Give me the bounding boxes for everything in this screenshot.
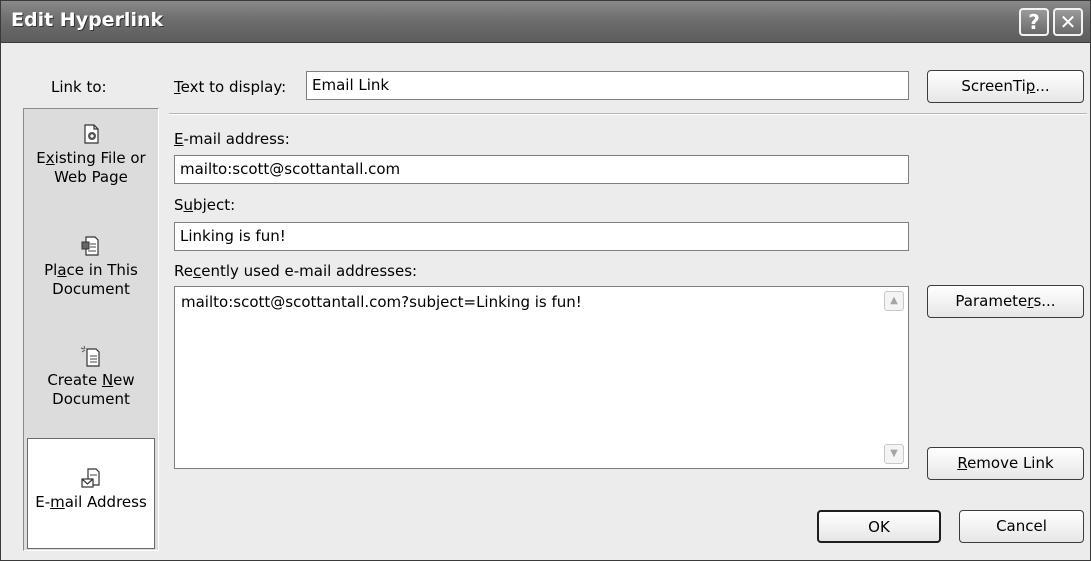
link-to-email-address[interactable]: E-mail Address: [27, 438, 155, 549]
text-to-display-label: Text to display:: [174, 78, 287, 96]
document-place-icon: [81, 236, 99, 256]
email-address-label: E-mail address:: [174, 130, 290, 148]
separator: [169, 113, 1087, 115]
new-document-icon: [80, 345, 100, 367]
cancel-button[interactable]: Cancel: [959, 510, 1084, 543]
help-button[interactable]: ?: [1019, 8, 1049, 36]
close-button[interactable]: ✕: [1053, 8, 1083, 36]
email-icon: [81, 468, 100, 488]
file-icon: [84, 124, 99, 144]
edit-hyperlink-dialog: Edit Hyperlink ? ✕ Link to: Existing Fil…: [0, 0, 1091, 561]
subject-input[interactable]: Linking is fun!: [174, 222, 909, 251]
recent-list-scrollbar[interactable]: ▲ ▼: [882, 289, 906, 466]
subject-label: Subject:: [174, 196, 236, 214]
screentip-button[interactable]: ScreenTip...: [927, 70, 1084, 103]
recent-addresses-list[interactable]: mailto:scott@scottantall.com?subject=Lin…: [174, 286, 909, 469]
dialog-title: Edit Hyperlink: [11, 9, 164, 31]
ok-button[interactable]: OK: [817, 510, 941, 543]
email-address-input[interactable]: mailto:scott@scottantall.com: [174, 155, 909, 184]
recent-addresses-label: Recently used e-mail addresses:: [174, 262, 418, 280]
link-to-sidebar: Existing File or Web Page Place in This …: [23, 108, 159, 551]
list-item[interactable]: mailto:scott@scottantall.com?subject=Lin…: [181, 293, 582, 311]
remove-link-button[interactable]: Remove Link: [927, 447, 1084, 480]
scroll-down-button[interactable]: ▼: [884, 444, 904, 464]
help-icon: ?: [1028, 10, 1040, 34]
link-to-existing-file[interactable]: Existing File or Web Page: [24, 123, 158, 187]
link-to-new-document[interactable]: Create New Document: [24, 345, 158, 409]
chevron-down-icon: ▼: [890, 448, 898, 459]
title-bar: Edit Hyperlink ? ✕: [1, 1, 1090, 43]
parameters-button[interactable]: Parameters...: [927, 285, 1084, 318]
link-to-label: Link to:: [51, 78, 107, 96]
text-to-display-input[interactable]: Email Link: [306, 71, 909, 100]
link-to-place-in-document[interactable]: Place in This Document: [24, 235, 158, 299]
scroll-up-button[interactable]: ▲: [884, 291, 904, 311]
close-icon: ✕: [1059, 10, 1077, 34]
chevron-up-icon: ▲: [890, 295, 898, 306]
